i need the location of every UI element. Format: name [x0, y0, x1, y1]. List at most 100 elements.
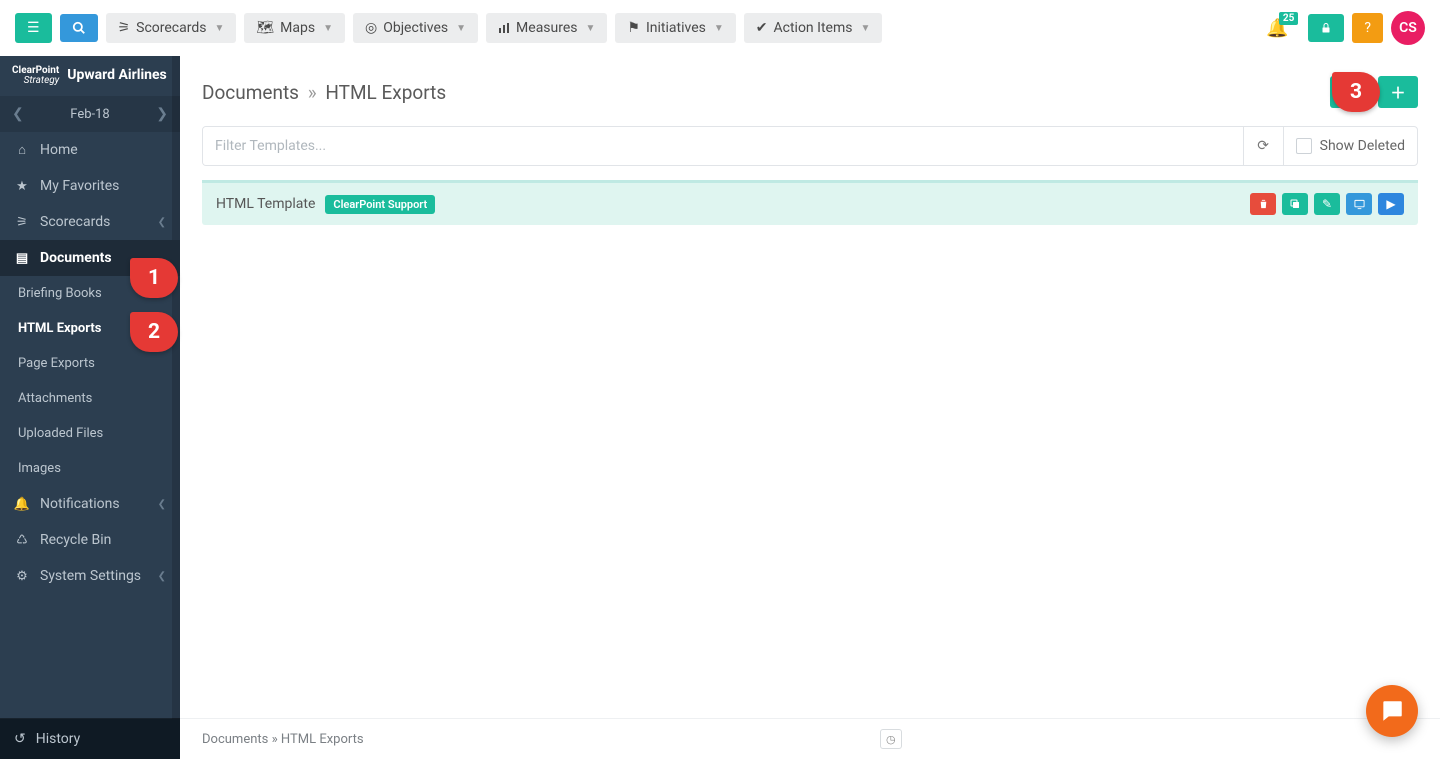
callout-3: 3 [1332, 72, 1380, 112]
run-button[interactable]: ▶ [1378, 193, 1404, 215]
map-icon: 🗺 [256, 20, 274, 36]
sidebar-item-favorites[interactable]: ★ My Favorites [0, 168, 180, 204]
nav-initiatives-label: Initiatives [646, 20, 706, 36]
trash-icon [1258, 198, 1269, 210]
chevron-left-icon: ❮ [158, 217, 166, 228]
caret-down-icon: ▼ [586, 23, 596, 34]
caret-down-icon: ▼ [214, 23, 224, 34]
bell-icon: 🔔 [14, 497, 30, 512]
nav-objectives[interactable]: ◎Objectives▼ [353, 13, 478, 43]
caret-down-icon: ▼ [714, 23, 724, 34]
document-icon: ▤ [14, 251, 30, 266]
logo: ClearPointStrategy [12, 66, 59, 86]
add-button[interactable]: ＋ [1378, 76, 1418, 108]
duplicate-button[interactable] [1282, 193, 1308, 215]
topbar: ☰ ⚞ Scorecards ▼ 🗺 Maps ▼ ◎Objectives▼ Measu… [0, 0, 1440, 56]
gear-icon: ⚙ [14, 569, 30, 584]
footer-breadcrumb: Documents » HTML Exports [202, 732, 364, 747]
play-icon: ▶ [1386, 197, 1395, 211]
filter-input[interactable] [203, 127, 1243, 165]
callout-number: 3 [1350, 80, 1362, 104]
sidebar-item-label: Briefing Books [18, 286, 102, 301]
sidebar-sub-uploaded-files[interactable]: Uploaded Files [0, 416, 180, 451]
avatar-button[interactable]: CS [1391, 11, 1425, 45]
caret-down-icon: ▼ [456, 23, 466, 34]
lock-button[interactable] [1308, 14, 1344, 42]
sidebar-item-label: My Favorites [40, 178, 119, 194]
target-icon: ◎ [365, 20, 377, 36]
sidebar-item-label: Documents [40, 250, 112, 266]
sidebar-nav: ⌂ Home ★ My Favorites ⚞Scorecards❮ ▤ Docume… [0, 132, 180, 594]
sidebar-item-system-settings[interactable]: ⚙System Settings❮ [0, 558, 180, 594]
monitor-icon [1353, 199, 1366, 210]
checkbox-icon [1296, 138, 1312, 154]
sidebar-item-label: Attachments [18, 391, 92, 406]
sidebar-sub-attachments[interactable]: Attachments [0, 381, 180, 416]
sidebar-item-home[interactable]: ⌂ Home [0, 132, 180, 168]
sidebar-item-notifications[interactable]: 🔔 Notifications ❮ [0, 486, 180, 522]
sidebar-sub-images[interactable]: Images [0, 451, 180, 486]
callout-1: 1 [130, 258, 178, 298]
nav-maps-label: Maps [280, 20, 315, 36]
sitemap-icon: ⚞ [118, 20, 131, 36]
copy-icon [1289, 198, 1301, 210]
edit-button[interactable]: ✎ [1314, 193, 1340, 215]
row-actions: ✎ ▶ [1250, 193, 1404, 215]
clock-icon: ◷ [886, 733, 896, 746]
notifications-button[interactable]: 🔔 25 [1266, 18, 1288, 39]
help-button[interactable]: ? [1352, 13, 1383, 43]
callout-number: 1 [148, 266, 160, 290]
template-row[interactable]: HTML Template ClearPoint Support ✎ ▶ [202, 180, 1418, 225]
clock-button[interactable]: ◷ [880, 729, 902, 749]
period-label[interactable]: Feb-18 [70, 107, 109, 122]
recycle-icon: ♺ [14, 533, 30, 548]
plus-icon: ＋ [1390, 82, 1405, 103]
menu-toggle-button[interactable]: ☰ [15, 13, 52, 43]
nav-maps[interactable]: 🗺 Maps ▼ [244, 13, 345, 43]
sidebar-item-scorecards[interactable]: ⚞Scorecards❮ [0, 204, 180, 240]
delete-button[interactable] [1250, 193, 1276, 215]
home-icon: ⌂ [14, 142, 30, 158]
search-icon [72, 21, 86, 35]
flag-icon: ⚑ [627, 20, 640, 36]
pencil-icon: ✎ [1322, 197, 1332, 211]
nav-scorecards-label: Scorecards [136, 20, 206, 36]
hamburger-icon: ☰ [27, 20, 40, 36]
sidebar-item-label: Recycle Bin [40, 532, 111, 548]
check-icon: ✔ [756, 20, 768, 36]
nav-action-items[interactable]: ✔Action Items▼ [744, 13, 883, 43]
sidebar: ClearPointStrategy Upward Airlines ❮ Feb… [0, 56, 180, 759]
page-header: Documents » HTML Exports ⚙ ＋ [180, 56, 1440, 120]
nav-scorecards[interactable]: ⚞ Scorecards ▼ [106, 13, 237, 43]
nav-action-items-label: Action Items [774, 20, 853, 36]
sidebar-item-recycle-bin[interactable]: ♺ Recycle Bin [0, 522, 180, 558]
owner-badge: ClearPoint Support [325, 195, 435, 214]
view-button[interactable] [1346, 193, 1372, 215]
breadcrumb: Documents » HTML Exports [202, 81, 446, 104]
main-content: Documents » HTML Exports ⚙ ＋ ⟳ Show Dele… [180, 56, 1440, 759]
chevron-left-icon: ❮ [158, 571, 166, 582]
period-next[interactable]: ❯ [156, 106, 168, 122]
caret-down-icon: ▼ [323, 23, 333, 34]
sidebar-item-label: Page Exports [18, 356, 95, 371]
chat-icon [1379, 698, 1405, 724]
nav-measures[interactable]: Measures▼ [486, 13, 607, 43]
sidebar-history[interactable]: ↺ History [0, 718, 180, 759]
breadcrumb-root[interactable]: Documents [202, 81, 299, 104]
period-prev[interactable]: ❮ [12, 106, 24, 122]
filter-bar: ⟳ Show Deleted [202, 126, 1418, 166]
chevron-left-icon: ❮ [158, 499, 166, 510]
search-button[interactable] [60, 14, 98, 42]
refresh-button[interactable]: ⟳ [1243, 127, 1283, 165]
show-deleted-toggle[interactable]: Show Deleted [1283, 127, 1417, 165]
sidebar-item-label: Notifications [40, 496, 120, 512]
sidebar-history-label: History [36, 731, 81, 747]
sidebar-item-label: Uploaded Files [18, 426, 103, 441]
show-deleted-label: Show Deleted [1320, 138, 1405, 154]
sidebar-item-label: Images [18, 461, 61, 476]
avatar-initials: CS [1399, 20, 1417, 36]
intercom-button[interactable] [1366, 685, 1418, 737]
nav-initiatives[interactable]: ⚑ Initiatives ▼ [615, 13, 735, 43]
sidebar-item-label: Home [40, 142, 78, 158]
star-icon: ★ [14, 179, 30, 194]
